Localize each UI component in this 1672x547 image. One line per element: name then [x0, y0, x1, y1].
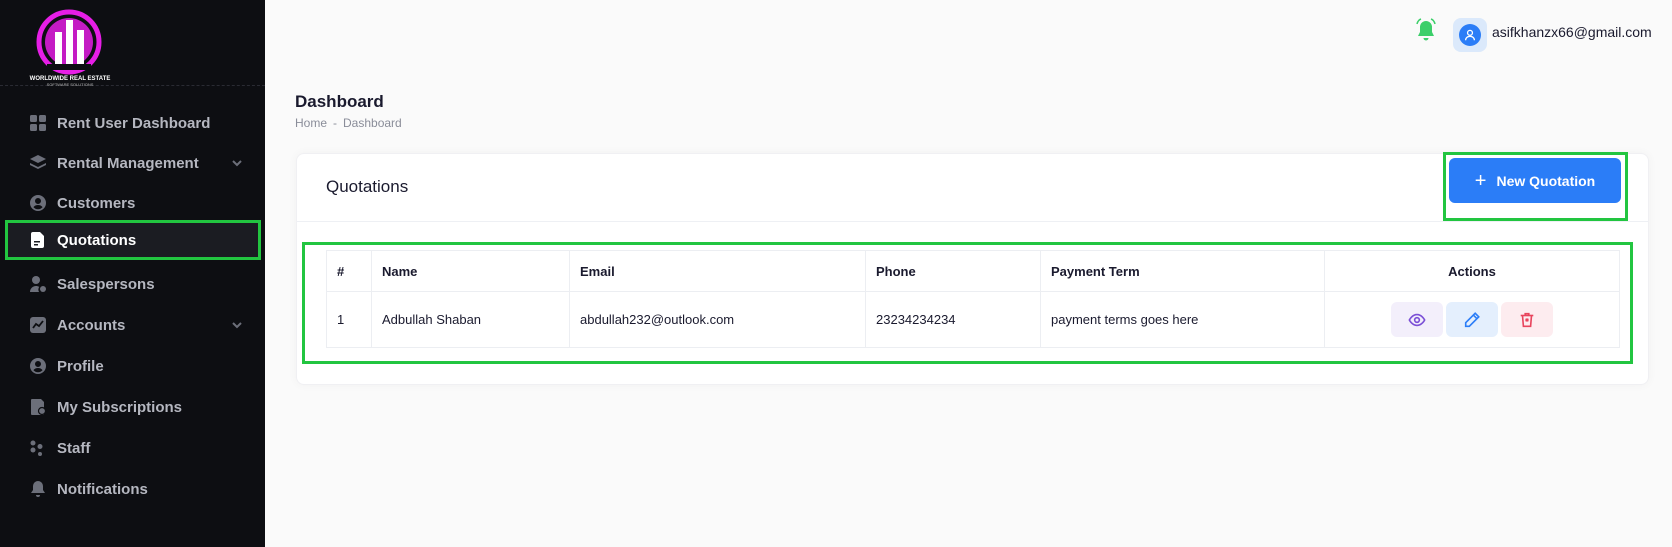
col-header-actions: Actions: [1324, 250, 1620, 292]
page-title: Dashboard: [295, 92, 384, 111]
col-header-phone: Phone: [865, 250, 1041, 292]
breadcrumb: Home - Dashboard: [295, 116, 402, 130]
user-gear-icon: [28, 274, 48, 294]
chevron-down-icon: [231, 318, 243, 330]
sidebar-item-label: Profile: [57, 357, 104, 375]
col-header-name: Name: [371, 250, 570, 292]
people-icon: [28, 438, 48, 458]
edit-button[interactable]: [1446, 302, 1498, 337]
sidebar-item-accounts[interactable]: Accounts: [0, 305, 265, 345]
view-button[interactable]: [1391, 302, 1443, 337]
document-icon: [28, 230, 48, 250]
sidebar-item-label: Notifications: [57, 480, 148, 498]
sidebar-item-label: Rent User Dashboard: [57, 114, 211, 132]
card-title: Quotations: [326, 177, 409, 196]
sidebar-item-label: Rental Management: [57, 154, 199, 172]
grid-icon: [28, 113, 48, 133]
document-list-icon: [28, 397, 48, 417]
sidebar-item-rental-management[interactable]: Rental Management: [0, 143, 265, 183]
card-header: Quotations + New Quotation: [297, 152, 1648, 222]
pencil-icon: [1464, 311, 1480, 327]
user-icon: [1459, 24, 1481, 46]
sidebar-item-notifications[interactable]: Notifications: [0, 469, 265, 509]
bell-icon: [28, 479, 48, 499]
quotations-card: Quotations + New Quotation # Name Email …: [296, 152, 1649, 385]
user-circle-icon: [28, 193, 48, 213]
chart-icon: [28, 315, 48, 335]
sidebar-item-my-subscriptions[interactable]: My Subscriptions: [0, 387, 265, 427]
plus-icon: +: [1474, 169, 1487, 192]
sidebar-item-customers[interactable]: Customers: [0, 183, 265, 223]
sidebar-item-profile[interactable]: Profile: [0, 346, 265, 386]
col-header-email: Email: [569, 250, 866, 292]
col-header-payment-term: Payment Term: [1040, 250, 1325, 292]
user-circle-icon: [28, 356, 48, 376]
cell-num: 1: [326, 291, 372, 348]
eye-icon: [1408, 313, 1426, 326]
logo: [36, 9, 102, 75]
table-highlight: # Name Email Phone Payment Term Actions …: [302, 242, 1633, 364]
row-actions: [1335, 302, 1609, 337]
sidebar-item-label: Quotations: [57, 231, 137, 249]
layers-icon: [28, 153, 48, 173]
user-email[interactable]: asifkhanzx66@gmail.com: [1492, 24, 1652, 40]
cell-email: abdullah232@outlook.com: [569, 291, 866, 348]
brand-tagline: SOFTWARE SOLUTIONS: [46, 82, 94, 87]
breadcrumb-separator: -: [333, 116, 338, 130]
sidebar-item-salespersons[interactable]: Salespersons: [0, 264, 265, 304]
sidebar-item-label: Salespersons: [57, 275, 155, 293]
trash-icon: [1520, 312, 1534, 327]
col-header-num: #: [326, 250, 372, 292]
quotations-table: # Name Email Phone Payment Term Actions …: [326, 250, 1620, 348]
sidebar: WORLDWIDE REAL ESTATE SOFTWARE SOLUTIONS…: [0, 0, 265, 547]
new-quotation-label: New Quotation: [1496, 172, 1596, 189]
cell-actions: [1324, 291, 1620, 348]
new-quotation-highlight: + New Quotation: [1443, 152, 1628, 221]
table-row: 1 Adbullah Shaban abdullah232@outlook.co…: [326, 291, 1620, 348]
breadcrumb-current: Dashboard: [343, 116, 402, 130]
breadcrumb-home[interactable]: Home: [295, 116, 327, 130]
avatar[interactable]: [1453, 18, 1487, 52]
sidebar-item-label: Staff: [57, 439, 91, 457]
sidebar-item-label: Customers: [57, 194, 136, 212]
logo-area: WORLDWIDE REAL ESTATE SOFTWARE SOLUTIONS: [0, 0, 265, 87]
sidebar-item-staff[interactable]: Staff: [0, 428, 265, 468]
table-header-row: # Name Email Phone Payment Term Actions: [326, 250, 1620, 292]
delete-button[interactable]: [1501, 302, 1553, 337]
sidebar-item-label: Accounts: [57, 316, 126, 334]
cell-phone: 23234234234: [865, 291, 1041, 348]
notification-bell-icon[interactable]: [1414, 18, 1438, 44]
sidebar-item-rent-user-dashboard[interactable]: Rent User Dashboard: [0, 103, 265, 143]
sidebar-item-label: My Subscriptions: [57, 398, 183, 416]
sidebar-item-quotations[interactable]: Quotations: [5, 220, 261, 260]
new-quotation-button[interactable]: + New Quotation: [1449, 158, 1621, 203]
cell-payment-term: payment terms goes here: [1040, 291, 1325, 348]
cell-name: Adbullah Shaban: [371, 291, 570, 348]
chevron-down-icon: [231, 156, 243, 168]
